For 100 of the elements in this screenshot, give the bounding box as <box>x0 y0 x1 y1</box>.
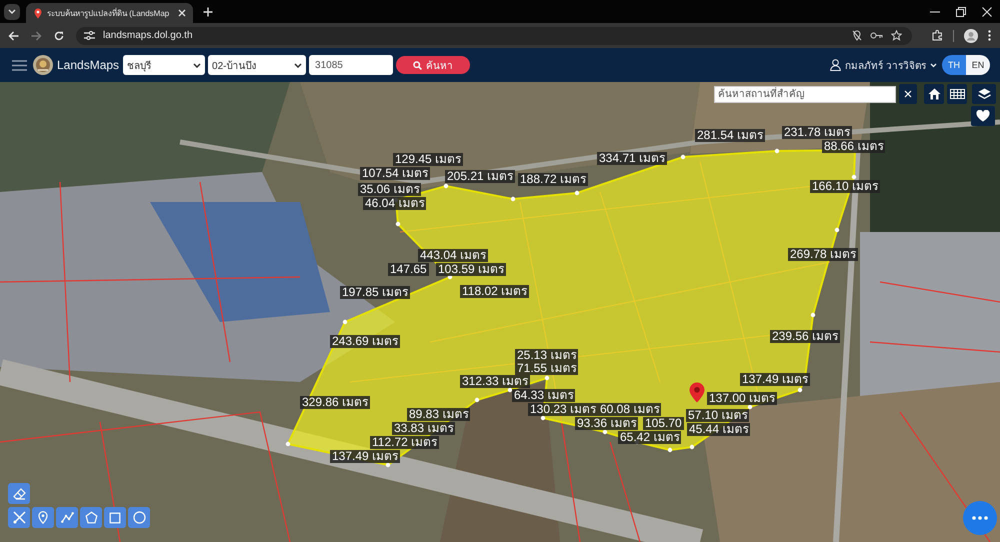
distance-label: 269.78 เมตร <box>788 248 858 261</box>
eraser-button[interactable] <box>8 483 30 504</box>
distance-label: 112.72 เมตร <box>370 436 440 449</box>
tab-list-button[interactable] <box>4 4 20 20</box>
distance-label: 312.33 เมตร <box>460 375 530 388</box>
distance-label: 281.54 เมตร <box>695 129 766 142</box>
profile-avatar-icon[interactable] <box>964 28 978 42</box>
back-arrow-icon[interactable] <box>8 30 19 40</box>
address-bar[interactable]: landsmaps.dol.go.th <box>76 26 912 44</box>
close-icon <box>904 90 912 98</box>
rectangle-icon <box>109 512 121 524</box>
minimize-icon[interactable] <box>930 10 940 12</box>
restore-icon[interactable] <box>956 6 966 16</box>
rectangle-tool-button[interactable] <box>104 507 126 528</box>
address-url: landsmaps.dol.go.th <box>103 30 193 41</box>
polyline-icon <box>60 512 74 523</box>
emblem-logo-icon <box>33 55 53 75</box>
puzzle-icon[interactable] <box>932 30 943 41</box>
distance-label: 243.69 เมตร <box>330 335 400 348</box>
line-tool-button[interactable] <box>56 507 78 528</box>
location-pin-icon[interactable] <box>689 382 705 403</box>
distance-label: 137.49 เมตร <box>330 450 400 463</box>
place-search-field[interactable]: ค้นหาสถานที่สำคัญ <box>714 86 896 102</box>
clear-search-button[interactable] <box>899 84 917 104</box>
caret-down-icon <box>193 62 202 68</box>
browser-tab[interactable]: ระบบค้นหารูปแปลงที่ดิน (LandsMap <box>26 3 194 23</box>
point-tool-button[interactable] <box>32 507 54 528</box>
distance-label: 118.02 เมตร <box>460 285 530 298</box>
menu-icon[interactable] <box>12 60 27 70</box>
distance-label: 107.54 เมตร <box>360 167 430 180</box>
polygon-icon <box>84 511 98 524</box>
reload-icon[interactable] <box>54 30 64 40</box>
distance-label: 93.36 เมตร <box>575 417 638 430</box>
distance-label: 329.86 เมตร <box>300 396 370 409</box>
distance-label: 71.55 เมตร <box>515 362 578 375</box>
measure-tool-button[interactable] <box>8 507 30 528</box>
circle-tool-button[interactable] <box>128 507 150 528</box>
user-icon <box>830 59 842 71</box>
close-icon[interactable] <box>178 9 186 17</box>
crossed-tools-icon <box>12 511 26 524</box>
distance-label: 103.59 เมตร <box>436 263 506 276</box>
chevron-down-icon <box>8 9 16 14</box>
user-name[interactable]: กมลภัทร์ วารวิจิตร <box>845 58 926 72</box>
star-icon[interactable] <box>891 30 902 41</box>
location-pin-icon <box>34 8 42 18</box>
distance-label: 89.83 เมตร <box>407 408 470 421</box>
distance-label: 231.78 เมตร <box>782 126 852 139</box>
distance-label: 64.33 เมตร <box>512 389 576 402</box>
key-icon[interactable] <box>870 32 883 39</box>
polygon-tool-button[interactable] <box>80 507 102 528</box>
distance-label: 35.06 เมตร <box>358 183 422 196</box>
distance-label: 205.21 เมตร <box>445 170 516 183</box>
site-settings-icon[interactable] <box>84 31 95 40</box>
location-off-icon[interactable] <box>852 30 862 41</box>
search-icon <box>413 60 422 70</box>
heart-icon <box>976 110 990 122</box>
distance-label: 25.13 เมตร <box>515 349 578 362</box>
more-vertical-icon[interactable] <box>988 30 991 41</box>
layers-button[interactable] <box>972 84 996 104</box>
language-option[interactable]: EN <box>966 55 990 75</box>
tab-title: ระบบค้นหารูปแปลงที่ดิน (LandsMap <box>47 7 170 20</box>
language-option[interactable]: TH <box>942 55 966 75</box>
caret-down-icon[interactable] <box>930 62 937 68</box>
home-button[interactable] <box>924 84 944 104</box>
distance-label: 443.04 เมตร <box>418 249 488 262</box>
distance-label: 45.44 เมตร <box>687 423 750 436</box>
distance-label: 197.85 เมตร <box>340 286 410 299</box>
distance-label: 65.42 เมตร <box>618 431 682 444</box>
grid-icon <box>950 89 964 99</box>
distance-label: 147.65 <box>388 263 429 276</box>
distance-label: 60.08 เมตร <box>598 403 662 416</box>
distance-label: 129.45 เมตร <box>393 153 464 166</box>
search-button[interactable]: ค้นหา <box>396 56 470 74</box>
plus-icon[interactable] <box>203 6 214 16</box>
caret-down-icon <box>294 62 302 68</box>
map-pin-icon <box>38 511 48 524</box>
close-icon[interactable] <box>982 6 992 16</box>
distance-label: 130.23 เมตร <box>528 403 598 416</box>
layers-icon <box>978 88 990 100</box>
app-title: LandsMaps <box>57 58 120 72</box>
distance-label: 88.66 เมตร <box>822 140 886 153</box>
distance-label: 105.70 <box>643 417 684 430</box>
grid-button[interactable] <box>947 84 967 104</box>
distance-label: 239.56 เมตร <box>770 330 840 343</box>
province-select[interactable]: ชลบุรี <box>123 55 206 75</box>
dots-icon <box>972 516 988 520</box>
distance-label: 137.49 เมตร <box>740 373 810 386</box>
distance-label: 137.00 เมตร <box>707 392 778 405</box>
district-select[interactable]: 02-บ้านบึง <box>208 55 306 75</box>
house-icon <box>928 88 940 100</box>
distance-label: 188.72 เมตร <box>518 173 588 186</box>
favorites-button[interactable] <box>971 106 995 126</box>
distance-label: 166.10 เมตร <box>810 180 880 193</box>
distance-label: 334.71 เมตร <box>597 152 668 165</box>
circle-icon <box>132 511 146 524</box>
distance-label: 57.10 เมตร <box>686 409 750 422</box>
eraser-icon <box>12 488 26 500</box>
distance-label: 46.04 เมตร <box>363 197 426 210</box>
parcel-number-field[interactable]: 31085 <box>309 55 394 75</box>
distance-label: 33.83 เมตร <box>392 422 456 435</box>
